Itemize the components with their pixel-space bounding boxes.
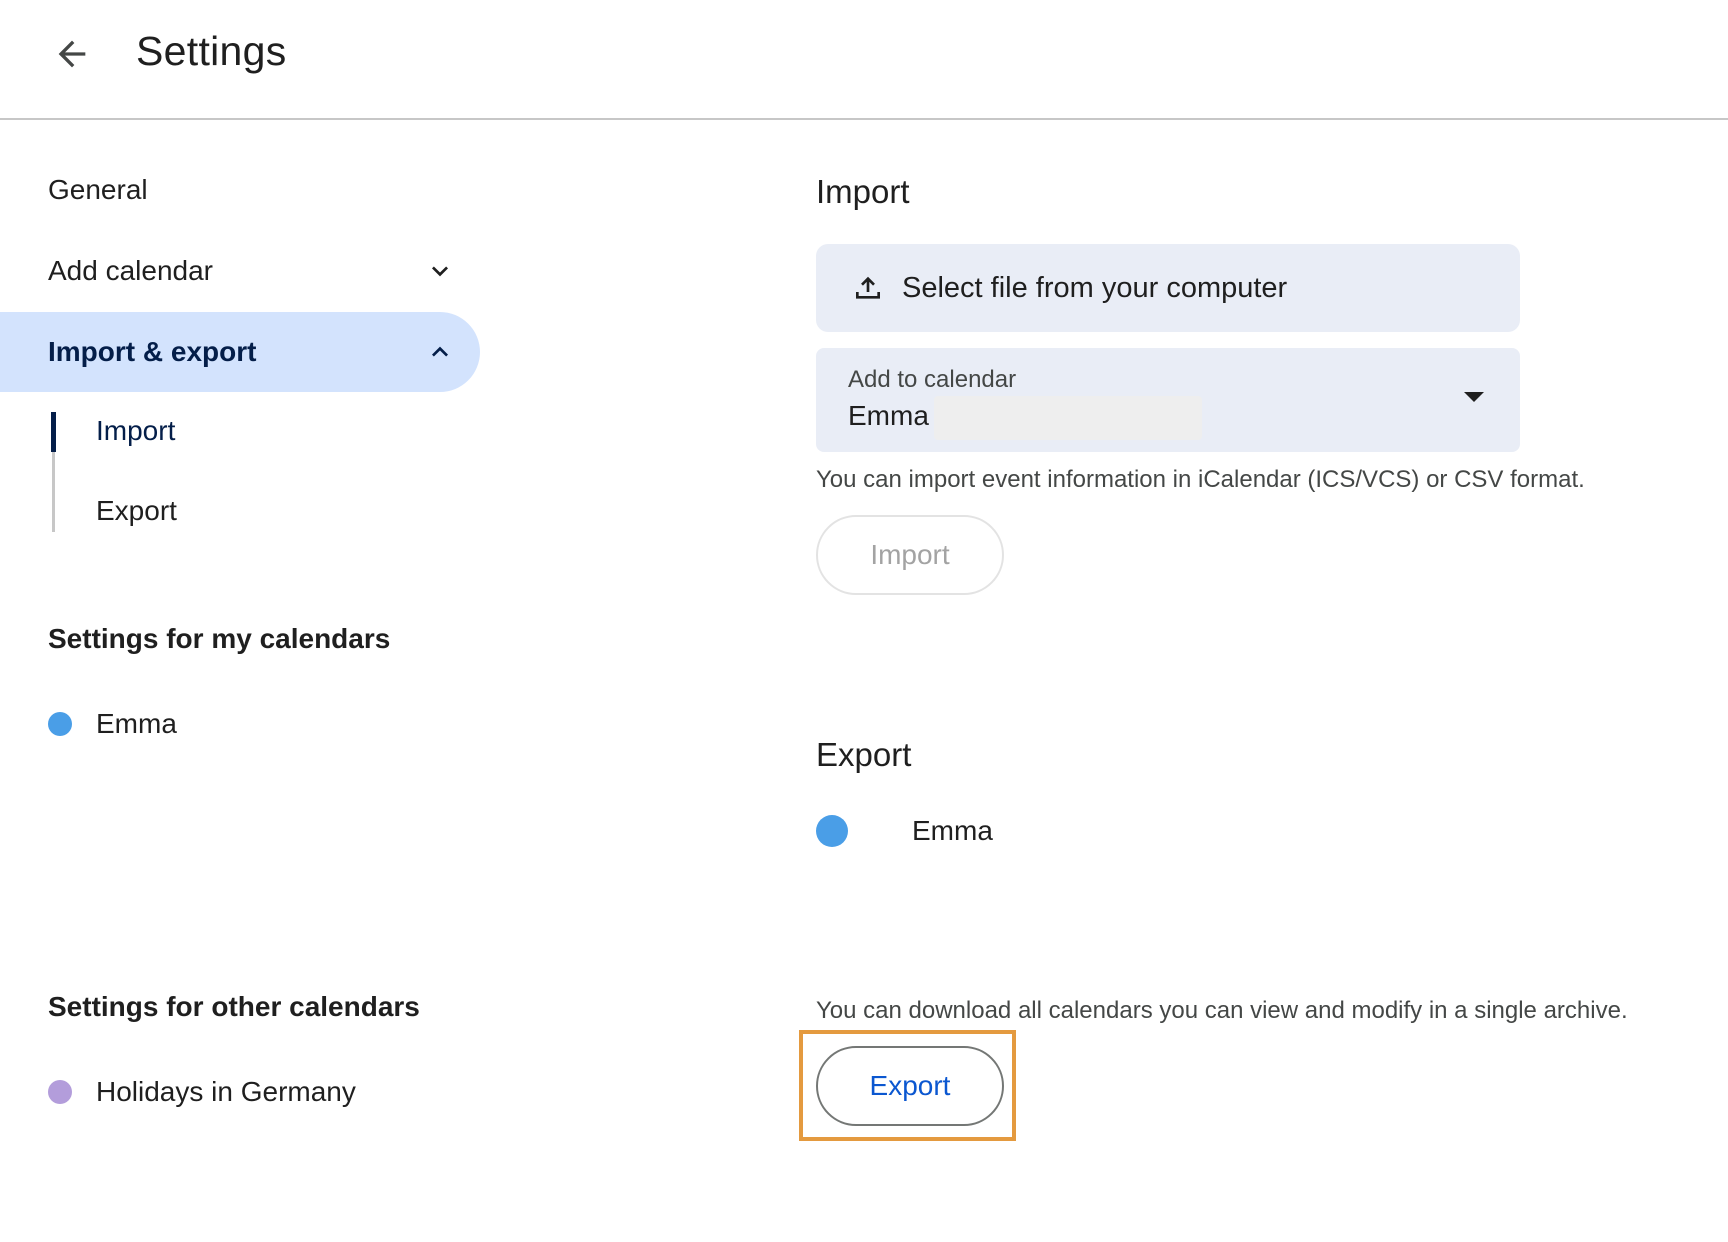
sidebar-item-label: Add calendar (48, 255, 214, 286)
calendar-label: Holidays in Germany (96, 1076, 356, 1107)
export-calendar-row: Emma (816, 815, 993, 847)
sidebar-item-import-export[interactable]: Import & export (0, 312, 480, 392)
calendar-color-dot (816, 815, 848, 847)
calendar-label: Emma (96, 708, 177, 739)
sidebar-item-add-calendar[interactable]: Add calendar (0, 231, 480, 311)
page-title: Settings (136, 28, 287, 74)
calendar-color-dot (48, 712, 72, 736)
back-button[interactable] (40, 22, 104, 86)
app-header: Settings (0, 0, 1728, 120)
import-helper-text: You can import event information in iCal… (816, 466, 1585, 493)
import-button[interactable]: Import (816, 515, 1004, 595)
calendar-label: Emma (912, 815, 993, 846)
my-calendars-heading: Settings for my calendars (48, 623, 391, 654)
select-file-label: Select file from your computer (902, 271, 1288, 304)
other-calendars-heading: Settings for other calendars (48, 991, 420, 1022)
add-to-calendar-select[interactable]: Add to calendar Emma (816, 348, 1520, 452)
export-heading: Export (816, 736, 912, 773)
export-helper-text: You can download all calendars you can v… (816, 997, 1628, 1024)
select-label: Add to calendar (848, 366, 1017, 393)
select-value: Emma (848, 400, 929, 431)
select-file-button[interactable]: Select file from your computer (816, 244, 1520, 332)
import-heading: Import (816, 173, 910, 210)
subnav-item-export[interactable]: Export (96, 495, 177, 527)
export-button[interactable]: Export (816, 1046, 1004, 1126)
calendar-color-dot (48, 1080, 72, 1104)
dropdown-arrow-icon (1464, 392, 1484, 402)
subnav-active-indicator (51, 412, 56, 452)
subnav-item-import[interactable]: Import (96, 415, 175, 447)
chevron-up-icon (432, 346, 448, 357)
sidebar-item-general[interactable]: General (48, 174, 148, 206)
upload-icon (856, 276, 880, 299)
arrow-back-icon (58, 40, 86, 68)
redacted-text (934, 396, 1202, 440)
sidebar-item-emma[interactable]: Emma (48, 708, 177, 740)
sidebar-item-holidays-germany[interactable]: Holidays in Germany (48, 1076, 356, 1108)
sidebar-item-label: Import & export (48, 336, 257, 367)
chevron-down-icon (432, 266, 448, 277)
